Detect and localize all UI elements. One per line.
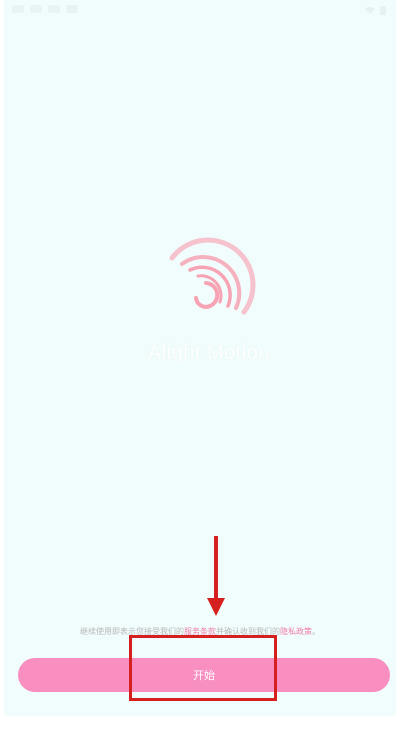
status-bar: [4, 0, 396, 22]
privacy-policy-link[interactable]: 隐私政策: [280, 627, 312, 636]
wifi-icon: [365, 7, 375, 14]
highlight-annotation-box: [129, 635, 277, 701]
down-arrow-annotation-icon: [207, 536, 225, 616]
alight-motion-logo-icon: [169, 237, 256, 315]
notification-icon: [66, 5, 78, 13]
battery-icon: [380, 6, 386, 15]
status-bar-left: [12, 5, 78, 13]
app-name: Alight Motion: [147, 342, 271, 364]
status-bar-right: [365, 5, 386, 15]
time-placeholder-icon: [12, 5, 24, 13]
agreement-suffix: 。: [312, 627, 320, 636]
splash-screen: Alight Motion 继续使用即表示您接受我们的服务条款并确认收到我们的隐…: [4, 0, 396, 716]
notification-icon: [48, 5, 60, 13]
notification-icon: [30, 5, 42, 13]
